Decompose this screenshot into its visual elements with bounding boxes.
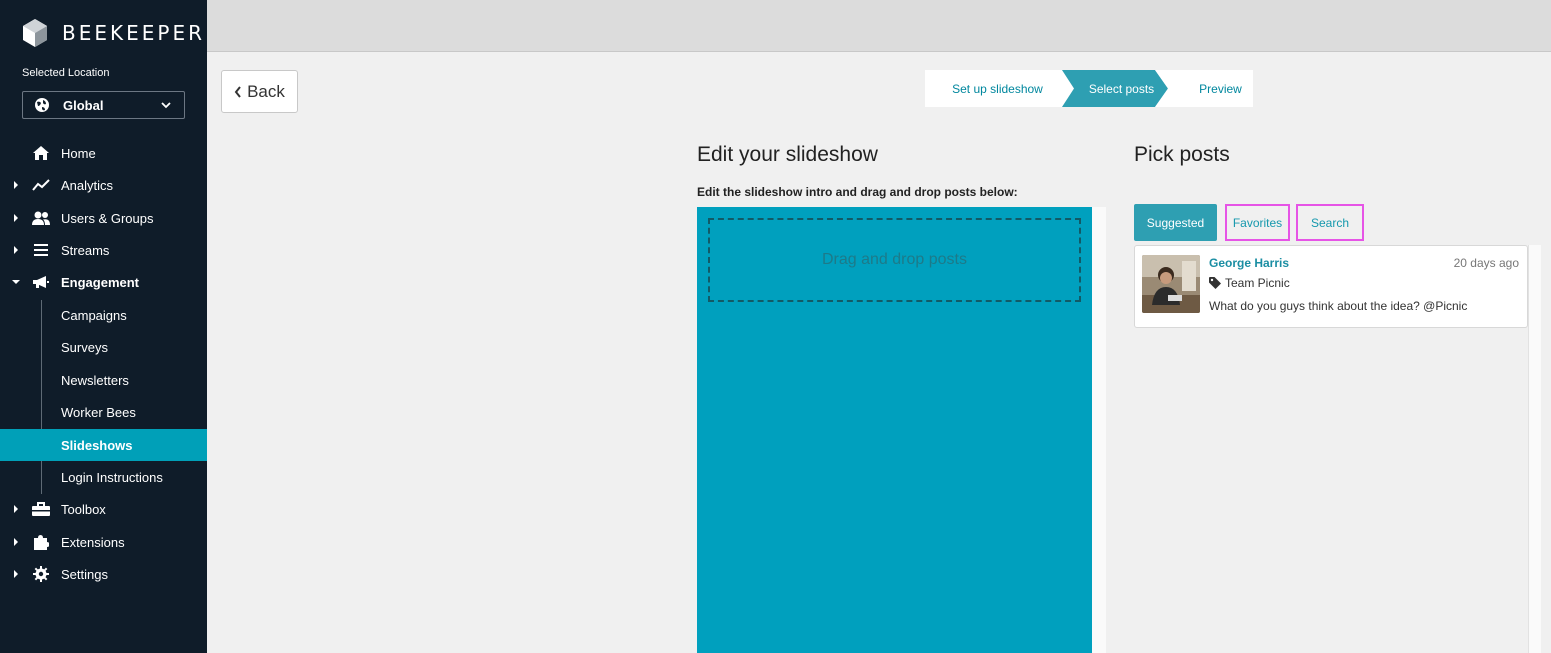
caret-right-icon — [14, 214, 18, 222]
nav-item-users-groups[interactable]: Users & Groups — [0, 202, 207, 234]
nav-label-toolbox: Toolbox — [61, 501, 106, 517]
nav-item-surveys[interactable]: Surveys — [0, 331, 207, 363]
post-thumbnail — [1142, 255, 1200, 313]
nav-label-worker-bees: Worker Bees — [61, 404, 136, 420]
nav-label-users-groups: Users & Groups — [61, 210, 154, 226]
caret-right-icon — [14, 246, 18, 254]
tab-favorites-label: Favorites — [1232, 215, 1283, 230]
nav-item-engagement[interactable]: Engagement — [0, 266, 207, 298]
step-preview-label: Preview — [1199, 81, 1242, 96]
nav-item-analytics[interactable]: Analytics — [0, 169, 207, 201]
tag-icon — [1209, 277, 1221, 289]
post-tag-label: Team Picnic — [1225, 276, 1290, 290]
step-select-posts[interactable]: Select posts — [1070, 70, 1173, 107]
picker-title: Pick posts — [1134, 143, 1230, 166]
tab-suggested-label: Suggested — [1146, 215, 1205, 230]
nav-label-analytics: Analytics — [61, 177, 114, 193]
chart-line-icon — [32, 177, 50, 193]
nav-item-extensions[interactable]: Extensions — [0, 526, 207, 558]
nav-label-streams: Streams — [61, 242, 110, 258]
step-setup[interactable]: Set up slideshow — [925, 70, 1070, 107]
chevron-left-icon — [234, 85, 241, 98]
globe-icon — [35, 98, 49, 112]
drop-zone-label: Drag and drop posts — [822, 251, 967, 268]
posts-scrollbar[interactable] — [1528, 245, 1541, 653]
nav-label-engagement: Engagement — [61, 274, 140, 290]
location-select[interactable]: Global — [22, 91, 185, 119]
nav-item-campaigns[interactable]: Campaigns — [0, 299, 207, 331]
sidebar: BEEKEEPER Selected Location Global Home … — [0, 0, 207, 653]
nav-item-slideshows[interactable]: Slideshows — [0, 429, 207, 461]
nav-item-newsletters[interactable]: Newsletters — [0, 364, 207, 396]
nav-label-extensions: Extensions — [61, 534, 125, 550]
home-icon — [32, 145, 50, 161]
toolbox-icon — [32, 501, 50, 517]
nav-label-campaigns: Campaigns — [61, 307, 127, 323]
post-author[interactable]: George Harris — [1209, 256, 1289, 270]
logo-hexagon-icon — [23, 19, 47, 47]
gear-icon — [32, 566, 50, 582]
nav-item-settings[interactable]: Settings — [0, 558, 207, 590]
caret-right-icon — [14, 505, 18, 513]
back-button[interactable]: Back — [221, 70, 298, 113]
nav-item-streams[interactable]: Streams — [0, 234, 207, 266]
nav-label-settings: Settings — [61, 566, 108, 582]
nav-label-home: Home — [61, 145, 96, 161]
tab-suggested[interactable]: Suggested — [1134, 204, 1217, 241]
tab-favorites[interactable]: Favorites — [1225, 204, 1290, 241]
editor-title: Edit your slideshow — [697, 143, 878, 166]
post-tag: Team Picnic — [1209, 276, 1290, 290]
post-card[interactable]: George Harris 20 days ago Team Picnic Wh… — [1134, 245, 1528, 328]
tab-search[interactable]: Search — [1296, 204, 1364, 241]
nav-item-worker-bees[interactable]: Worker Bees — [0, 396, 207, 428]
top-bar — [207, 0, 1551, 52]
caret-right-icon — [14, 181, 18, 189]
location-label: Selected Location — [22, 67, 110, 79]
chevron-down-icon — [161, 102, 171, 109]
beekeeper-logo[interactable]: BEEKEEPER — [22, 18, 205, 48]
drop-zone[interactable]: Drag and drop posts — [708, 218, 1081, 302]
megaphone-icon — [32, 274, 50, 290]
back-button-label: Back — [247, 81, 285, 101]
caret-down-icon — [12, 280, 20, 284]
step-select-posts-label: Select posts — [1088, 81, 1155, 96]
location-value: Global — [63, 97, 104, 113]
tab-search-label: Search — [1310, 215, 1350, 230]
nav-label-newsletters: Newsletters — [61, 372, 129, 388]
nav-label-login-instructions: Login Instructions — [61, 469, 163, 485]
post-text: What do you guys think about the idea? @… — [1209, 299, 1468, 313]
nav-item-login-instructions[interactable]: Login Instructions — [0, 461, 207, 493]
nav-label-slideshows: Slideshows — [61, 437, 133, 453]
users-icon — [32, 210, 50, 226]
brand-name: BEEKEEPER — [62, 21, 205, 45]
editor-subtitle: Edit the slideshow intro and drag and dr… — [697, 185, 1018, 199]
nav-item-home[interactable]: Home — [0, 137, 207, 169]
nav-item-toolbox[interactable]: Toolbox — [0, 493, 207, 525]
slideshow-scrollbar[interactable] — [1092, 207, 1106, 653]
caret-right-icon — [14, 538, 18, 546]
step-preview[interactable]: Preview — [1173, 70, 1268, 107]
nav-label-surveys: Surveys — [61, 339, 108, 355]
puzzle-icon — [32, 534, 50, 550]
caret-right-icon — [14, 570, 18, 578]
step-setup-label: Set up slideshow — [952, 81, 1043, 96]
post-time: 20 days ago — [1453, 256, 1519, 270]
bars-icon — [32, 242, 50, 258]
